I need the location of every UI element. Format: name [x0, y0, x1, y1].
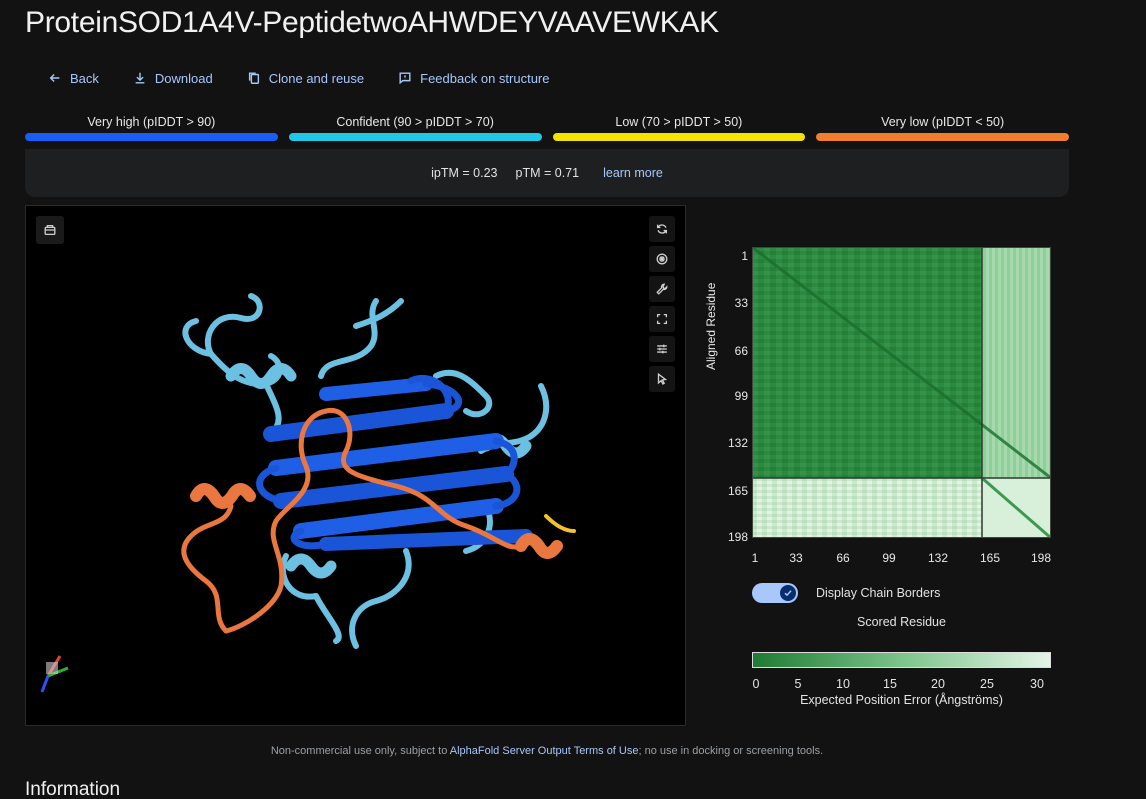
- structure-viewer[interactable]: [25, 205, 686, 726]
- plddt-legend: Very high (pIDDT > 90) Confident (90 > p…: [25, 114, 1069, 141]
- protein-structure-render: [40, 293, 576, 693]
- colorbar-tick: 0: [752, 677, 760, 691]
- download-button[interactable]: Download: [125, 68, 221, 88]
- y-tick: 66: [734, 344, 748, 358]
- action-bar: Back Download Clone and reuse Feedback o…: [40, 68, 576, 88]
- colorbar-label: Expected Position Error (Ångströms): [800, 693, 1003, 707]
- feedback-icon: [399, 72, 411, 85]
- feedback-button[interactable]: Feedback on structure: [390, 68, 557, 88]
- toggle-knob: [780, 585, 796, 601]
- terms-footer: Non-commercial use only, subject to Alph…: [0, 745, 1094, 757]
- clone-and-reuse-button[interactable]: Clone and reuse: [239, 68, 372, 88]
- clone-label: Clone and reuse: [268, 70, 365, 86]
- legend-label: Very low (pIDDT < 50): [881, 115, 1005, 129]
- iptm-value: ipTM = 0.23: [431, 166, 498, 180]
- peptide-tail-low: [544, 514, 576, 533]
- colorbar-tick: 10: [836, 677, 850, 691]
- loop-confident: [349, 548, 412, 649]
- loop-confident: [318, 298, 379, 379]
- colorbar-tick: 15: [883, 677, 897, 691]
- strand-very-high: [268, 433, 504, 476]
- footer-text-after: ; no use in docking or screening tools.: [638, 745, 824, 757]
- loop-confident: [204, 293, 263, 357]
- legend-bar: [25, 133, 278, 141]
- x-tick: 99: [882, 551, 896, 565]
- check-icon: [784, 590, 792, 597]
- chain-borders-toggle[interactable]: [752, 583, 798, 603]
- back-label: Back: [70, 70, 99, 86]
- pae-colorbar: [752, 652, 1051, 668]
- download-icon: [135, 72, 145, 84]
- confidence-metrics: ipTM = 0.23 pTM = 0.71 learn more: [25, 149, 1069, 197]
- y-tick: 99: [734, 389, 748, 403]
- colorbar-tick: 20: [931, 677, 945, 691]
- x-tick: 198: [1030, 551, 1052, 565]
- axis-gizmo: [40, 655, 69, 693]
- legend-label: Confident (90 > pIDDT > 70): [336, 115, 494, 129]
- x-tick: 165: [979, 551, 1001, 565]
- back-button[interactable]: Back: [40, 68, 107, 88]
- peptide-very-low: [181, 503, 234, 634]
- colorbar-tick: 25: [980, 677, 994, 691]
- terms-link[interactable]: AlphaFold Server Output Terms of Use: [450, 745, 639, 757]
- y-tick: 132: [727, 436, 748, 450]
- colorbar-tick: 30: [1030, 677, 1044, 691]
- y-tick: 198: [727, 530, 748, 544]
- information-heading: Information: [25, 779, 121, 799]
- copy-icon: [248, 72, 259, 84]
- download-label: Download: [154, 70, 213, 86]
- chain-borders-label: Display Chain Borders: [816, 586, 941, 600]
- legend-bar: [552, 133, 806, 141]
- legend-very-low: Very low (pIDDT < 50): [816, 114, 1069, 141]
- legend-low: Low (70 > pIDDT > 50): [552, 114, 806, 141]
- ptm-value: pTM = 0.71: [515, 166, 580, 180]
- strand-very-high: [263, 403, 454, 442]
- strand-very-high: [319, 377, 433, 401]
- legend-bar: [816, 133, 1069, 141]
- footer-text-before: Non-commercial use only, subject to: [270, 745, 450, 757]
- x-tick: 33: [789, 551, 803, 565]
- arrow-left-icon: [49, 74, 60, 82]
- chain-borders-toggle-row: Display Chain Borders: [752, 583, 940, 603]
- legend-label: Very high (pIDDT > 90): [87, 115, 216, 129]
- y-tick: 1: [741, 249, 748, 263]
- page-title: ProteinSOD1A4V-PeptidetwoAHWDEYVAAVEWKAK: [25, 6, 719, 39]
- legend-very-high: Very high (pIDDT > 90): [25, 114, 278, 141]
- peptide-helix-very-low: [515, 533, 563, 559]
- x-tick: 66: [836, 551, 850, 565]
- learn-more-link[interactable]: learn more: [603, 166, 663, 180]
- legend-label: Low (70 > pIDDT > 50): [615, 115, 743, 129]
- pae-x-axis-label: Scored Residue: [857, 615, 946, 629]
- x-tick: 132: [927, 551, 949, 565]
- helix-confident: [285, 553, 337, 579]
- y-tick: 165: [727, 484, 748, 498]
- feedback-label: Feedback on structure: [420, 70, 550, 86]
- x-tick: 1: [751, 551, 759, 565]
- pae-plot: Aligned Residue 1 33 66 99 132 165 198 1…: [700, 240, 1080, 640]
- colorbar-tick: 5: [794, 677, 802, 691]
- chain-borders: [752, 247, 1051, 538]
- legend-bar: [288, 133, 542, 141]
- legend-confident: Confident (90 > pIDDT > 70): [288, 114, 542, 141]
- loop-confident: [353, 298, 404, 329]
- y-tick: 33: [734, 296, 748, 310]
- peptide-helix-very-low: [190, 483, 256, 509]
